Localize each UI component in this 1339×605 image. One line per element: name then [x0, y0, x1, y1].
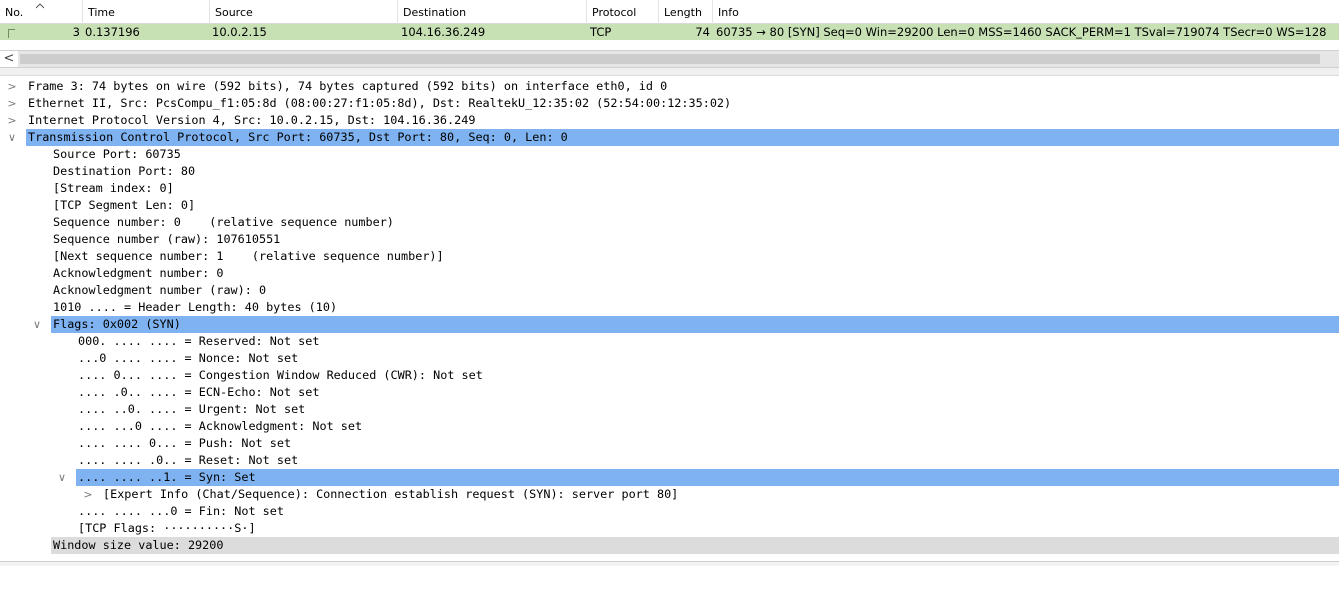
selection-highlight	[76, 469, 1339, 486]
expand-arrow-icon[interactable]: >	[6, 78, 18, 95]
tree-item-next-seq[interactable]: [Next sequence number: 1 (relative seque…	[0, 248, 1339, 265]
tree-item-expert-info[interactable]: > [Expert Info (Chat/Sequence): Connecti…	[0, 486, 1339, 503]
column-header-info[interactable]: Info	[712, 0, 1339, 24]
tree-item-destination-port[interactable]: Destination Port: 80	[0, 163, 1339, 180]
tree-item-label: [Expert Info (Chat/Sequence): Connection…	[103, 487, 679, 501]
tree-item-label: ...0 .... .... = Nonce: Not set	[78, 351, 299, 365]
tree-item-flag-fin[interactable]: .... .... ...0 = Fin: Not set	[0, 503, 1339, 520]
tree-item-label: .... ...0 .... = Acknowledgment: Not set	[78, 419, 363, 433]
row-bracket-icon	[8, 29, 15, 38]
column-header-time[interactable]: Time	[82, 0, 209, 24]
tree-item-label: [TCP Flags: ··········S·]	[78, 521, 256, 535]
tree-item-seq-relative[interactable]: Sequence number: 0 (relative sequence nu…	[0, 214, 1339, 231]
tree-item-flag-reset[interactable]: .... .... .0.. = Reset: Not set	[0, 452, 1339, 469]
expand-arrow-icon[interactable]: >	[82, 486, 94, 503]
column-label: No.	[5, 6, 24, 19]
tree-item-label: .... 0... .... = Congestion Window Reduc…	[78, 368, 483, 382]
packet-time: 0.137196	[85, 25, 140, 39]
tree-item-label: Window size value: 29200	[53, 538, 224, 552]
tree-item-flag-push[interactable]: .... .... 0... = Push: Not set	[0, 435, 1339, 452]
expand-arrow-icon[interactable]: >	[6, 95, 18, 112]
scroll-left-arrow-icon[interactable]: <	[0, 51, 18, 67]
tree-item-flag-ack[interactable]: .... ...0 .... = Acknowledgment: Not set	[0, 418, 1339, 435]
packet-no: 3	[72, 25, 80, 39]
packet-info: 60735 → 80 [SYN] Seq=0 Win=29200 Len=0 M…	[716, 25, 1327, 39]
tree-item-label: .... .... ...0 = Fin: Not set	[78, 504, 284, 518]
tree-item-ethernet[interactable]: > Ethernet II, Src: PcsCompu_f1:05:8d (0…	[0, 95, 1339, 112]
tree-item-label: Frame 3: 74 bytes on wire (592 bits), 74…	[28, 79, 668, 93]
sort-ascending-icon	[36, 3, 44, 9]
tree-item-label: [TCP Segment Len: 0]	[53, 198, 196, 212]
column-label: Source	[215, 6, 253, 19]
tree-item-ipv4[interactable]: > Internet Protocol Version 4, Src: 10.0…	[0, 112, 1339, 129]
packet-details-tree: > Frame 3: 74 bytes on wire (592 bits), …	[0, 78, 1339, 565]
tree-item-ack[interactable]: Acknowledgment number: 0	[0, 265, 1339, 282]
column-label: Protocol	[592, 6, 637, 19]
hover-highlight	[51, 537, 1339, 554]
tree-item-label: [Stream index: 0]	[53, 181, 174, 195]
collapse-arrow-icon[interactable]: ∨	[56, 469, 68, 486]
packet-protocol: TCP	[590, 25, 612, 39]
collapse-arrow-icon[interactable]: ∨	[31, 316, 43, 333]
packet-row[interactable]: 3 0.137196 10.0.2.15 104.16.36.249 TCP 7…	[0, 24, 1339, 40]
tree-item-tcp[interactable]: ∨ Transmission Control Protocol, Src Por…	[0, 129, 1339, 146]
tree-item-label: .... ..0. .... = Urgent: Not set	[78, 402, 306, 416]
selection-highlight	[51, 316, 1339, 333]
tree-item-label: Acknowledgment number (raw): 0	[53, 283, 267, 297]
packet-source: 10.0.2.15	[212, 25, 267, 39]
tree-item-window-size[interactable]: Window size value: 29200	[0, 537, 1339, 554]
column-label: Info	[718, 6, 739, 19]
pane-bottom-edge	[0, 561, 1339, 566]
tree-item-flag-ecn[interactable]: .... .0.. .... = ECN-Echo: Not set	[0, 384, 1339, 401]
tree-item-label: Sequence number: 0 (relative sequence nu…	[53, 215, 394, 229]
tree-item-label: 000. .... .... = Reserved: Not set	[78, 334, 320, 348]
tree-item-stream-index[interactable]: [Stream index: 0]	[0, 180, 1339, 197]
packet-length: 74	[695, 25, 710, 39]
column-label: Destination	[403, 6, 467, 19]
tree-item-header-length[interactable]: 1010 .... = Header Length: 40 bytes (10)	[0, 299, 1339, 316]
column-header-protocol[interactable]: Protocol	[586, 0, 658, 24]
tree-item-flag-reserved[interactable]: 000. .... .... = Reserved: Not set	[0, 333, 1339, 350]
tree-item-tcp-flags[interactable]: [TCP Flags: ··········S·]	[0, 520, 1339, 537]
tree-item-flag-nonce[interactable]: ...0 .... .... = Nonce: Not set	[0, 350, 1339, 367]
tree-item-seq-raw[interactable]: Sequence number (raw): 107610551	[0, 231, 1339, 248]
packet-destination: 104.16.36.249	[401, 25, 486, 39]
tree-item-label: Source Port: 60735	[53, 147, 181, 161]
collapse-arrow-icon[interactable]: ∨	[6, 129, 18, 146]
horizontal-scrollbar[interactable]: <	[0, 50, 1339, 68]
column-label: Length	[664, 6, 702, 19]
packet-list-empty-area	[0, 40, 1339, 50]
tree-item-segment-len[interactable]: [TCP Segment Len: 0]	[0, 197, 1339, 214]
tree-item-label: Ethernet II, Src: PcsCompu_f1:05:8d (08:…	[28, 96, 732, 110]
tree-item-label: Internet Protocol Version 4, Src: 10.0.2…	[28, 113, 476, 127]
tree-item-label: .... .... ..1. = Syn: Set	[78, 470, 256, 484]
tree-item-label: Acknowledgment number: 0	[53, 266, 224, 280]
tree-item-flag-cwr[interactable]: .... 0... .... = Congestion Window Reduc…	[0, 367, 1339, 384]
column-header-destination[interactable]: Destination	[397, 0, 586, 24]
tree-item-label: .... .... .0.. = Reset: Not set	[78, 453, 299, 467]
tree-item-label: Transmission Control Protocol, Src Port:…	[28, 130, 568, 144]
pane-splitter[interactable]	[0, 68, 1339, 76]
tree-item-label: .... .0.. .... = ECN-Echo: Not set	[78, 385, 320, 399]
column-label: Time	[88, 6, 115, 19]
tree-item-label: 1010 .... = Header Length: 40 bytes (10)	[53, 300, 338, 314]
column-header-length[interactable]: Length	[658, 0, 712, 24]
tree-item-label: Destination Port: 80	[53, 164, 196, 178]
expand-arrow-icon[interactable]: >	[6, 112, 18, 129]
tree-item-frame[interactable]: > Frame 3: 74 bytes on wire (592 bits), …	[0, 78, 1339, 95]
column-header-source[interactable]: Source	[209, 0, 397, 24]
tree-item-label: [Next sequence number: 1 (relative seque…	[53, 249, 444, 263]
scrollbar-thumb[interactable]	[20, 54, 1320, 64]
tree-item-flag-syn[interactable]: ∨ .... .... ..1. = Syn: Set	[0, 469, 1339, 486]
tree-item-label: Sequence number (raw): 107610551	[53, 232, 281, 246]
tree-item-label: Flags: 0x002 (SYN)	[53, 317, 181, 331]
tree-item-flags[interactable]: ∨ Flags: 0x002 (SYN)	[0, 316, 1339, 333]
tree-item-ack-raw[interactable]: Acknowledgment number (raw): 0	[0, 282, 1339, 299]
tree-item-source-port[interactable]: Source Port: 60735	[0, 146, 1339, 163]
tree-item-flag-urgent[interactable]: .... ..0. .... = Urgent: Not set	[0, 401, 1339, 418]
packet-list-header: No. Time Source Destination Protocol Len…	[0, 0, 1339, 24]
tree-item-label: .... .... 0... = Push: Not set	[78, 436, 292, 450]
